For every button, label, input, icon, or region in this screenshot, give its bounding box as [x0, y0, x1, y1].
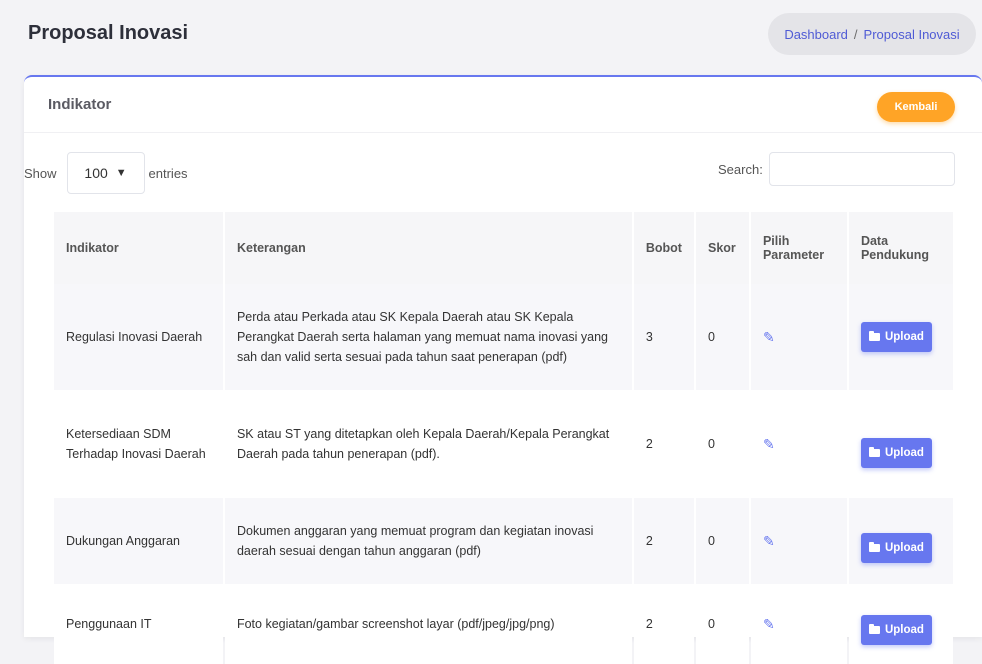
chevron-down-icon: ▼ — [115, 167, 127, 179]
cell-skor: 0 — [695, 584, 749, 664]
upload-label: Upload — [884, 542, 924, 554]
column-header-keterangan[interactable]: Keterangan — [224, 212, 632, 284]
search-label: Search: — [718, 161, 763, 177]
pencil-icon[interactable]: ✎ — [763, 434, 775, 454]
breadcrumb-dashboard[interactable]: Dashboard — [784, 27, 848, 42]
table-row: Ketersediaan SDM Terhadap Inovasi Daerah… — [54, 390, 953, 498]
cell-keterangan: Perda atau Perkada atau SK Kepala Daerah… — [224, 284, 632, 390]
column-header-bobot[interactable]: Bobot — [633, 212, 694, 284]
folder-icon — [868, 331, 880, 341]
cell-data-pendukung: Upload — [848, 584, 953, 664]
show-entries: Show 100 ▼ entries — [24, 152, 188, 194]
table-row: Regulasi Inovasi Daerah Perda atau Perka… — [54, 284, 953, 390]
upload-button[interactable]: Upload — [860, 438, 932, 468]
cell-bobot: 3 — [633, 284, 694, 390]
breadcrumb-current[interactable]: Proposal Inovasi — [864, 27, 960, 42]
upload-button[interactable]: Upload — [860, 615, 932, 645]
cell-data-pendukung: Upload — [848, 390, 953, 498]
back-button[interactable]: Kembali — [877, 92, 955, 122]
search-box: Search: — [718, 152, 955, 186]
entries-value: 100 — [84, 165, 108, 181]
upload-label: Upload — [884, 447, 924, 459]
cell-indikator: Regulasi Inovasi Daerah — [54, 284, 223, 390]
column-header-data-pendukung[interactable]: Data Pendukung — [848, 212, 953, 284]
cell-indikator: Dukungan Anggaran — [54, 498, 223, 584]
card-header: Indikator Kembali — [24, 77, 982, 133]
cell-bobot: 2 — [633, 498, 694, 584]
pencil-icon[interactable]: ✎ — [763, 531, 775, 551]
folder-icon — [868, 624, 880, 634]
cell-keterangan: Foto kegiatan/gambar screenshot layar (p… — [224, 584, 632, 664]
cell-pilih-parameter: ✎ — [750, 390, 847, 498]
cell-bobot: 2 — [633, 390, 694, 498]
entries-label: entries — [148, 165, 188, 181]
cell-data-pendukung: Upload — [848, 498, 953, 584]
cell-indikator: Ketersediaan SDM Terhadap Inovasi Daerah — [54, 390, 223, 498]
pencil-icon[interactable]: ✎ — [763, 327, 775, 347]
cell-bobot: 2 — [633, 584, 694, 664]
cell-skor: 0 — [695, 284, 749, 390]
table-row: Penggunaan IT Foto kegiatan/gambar scree… — [54, 584, 953, 664]
column-header-pilih-parameter[interactable]: Pilih Parameter — [750, 212, 847, 284]
table-header-row: Indikator Keterangan Bobot Skor Pilih Pa… — [54, 212, 953, 284]
card-title: Indikator — [48, 96, 112, 113]
entries-select[interactable]: 100 ▼ — [66, 152, 145, 194]
search-input[interactable] — [768, 152, 955, 186]
folder-icon — [868, 542, 880, 552]
show-label: Show — [24, 165, 57, 181]
breadcrumb: Dashboard / Proposal Inovasi — [768, 13, 976, 55]
cell-keterangan: Dokumen anggaran yang memuat program dan… — [224, 498, 632, 584]
indikator-table: Indikator Keterangan Bobot Skor Pilih Pa… — [52, 212, 955, 664]
cell-keterangan: SK atau ST yang ditetapkan oleh Kepala D… — [224, 390, 632, 498]
upload-label: Upload — [884, 331, 924, 343]
folder-icon — [868, 447, 880, 457]
cell-data-pendukung: Upload — [848, 284, 953, 390]
upload-label: Upload — [884, 624, 924, 636]
cell-indikator: Penggunaan IT — [54, 584, 223, 664]
cell-skor: 0 — [695, 498, 749, 584]
cell-pilih-parameter: ✎ — [750, 498, 847, 584]
upload-button[interactable]: Upload — [860, 533, 932, 563]
cell-pilih-parameter: ✎ — [750, 284, 847, 390]
breadcrumb-separator: / — [853, 26, 858, 42]
cell-skor: 0 — [695, 390, 749, 498]
upload-button[interactable]: Upload — [860, 322, 932, 352]
table-row: Dukungan Anggaran Dokumen anggaran yang … — [54, 498, 953, 584]
column-header-skor[interactable]: Skor — [695, 212, 749, 284]
page-title: Proposal Inovasi — [28, 22, 189, 44]
column-header-indikator[interactable]: Indikator — [54, 212, 223, 284]
cell-pilih-parameter: ✎ — [750, 584, 847, 664]
